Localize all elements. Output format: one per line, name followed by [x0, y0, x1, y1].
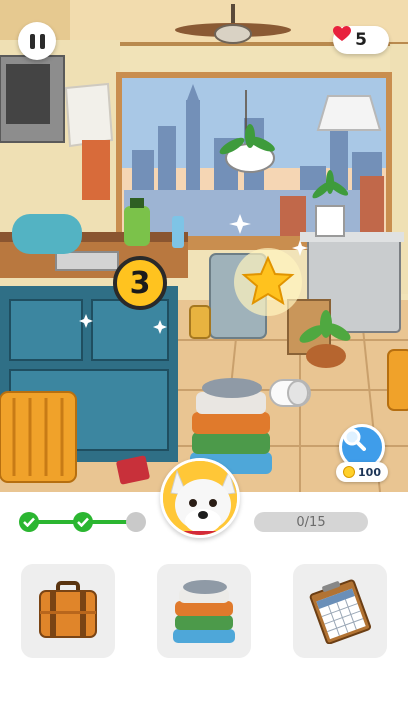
lives-count: 5 [355, 30, 367, 50]
checkmark-icon [77, 517, 89, 527]
pause-icon [29, 33, 35, 49]
target-item-folded-clothes[interactable] [157, 564, 251, 658]
hint-cost-value: 100 [358, 465, 381, 479]
toilet-paper-icon [269, 379, 311, 407]
room-illustration [0, 0, 408, 492]
target-item-calendar[interactable] [293, 564, 387, 658]
found-items-badge: 3 [113, 256, 167, 310]
stage-3-current [126, 512, 146, 532]
items-progress-bar: 0/15 [254, 512, 368, 532]
target-item-suitcase[interactable] [21, 564, 115, 658]
progress-label: 0/15 [296, 514, 326, 530]
folded-clothes-icon [173, 580, 235, 643]
hint-cost: 100 [336, 462, 388, 482]
heart-icon [333, 26, 351, 41]
lives-counter[interactable]: 5 [333, 26, 389, 54]
coin-icon [343, 466, 356, 478]
bottom-panel: 0/15 [0, 458, 408, 725]
suitcase-icon [39, 581, 97, 638]
magnifier-icon [343, 428, 366, 451]
star-icon [234, 248, 302, 316]
calendar-icon [309, 579, 372, 644]
found-items-count: 3 [129, 265, 151, 301]
pause-button[interactable] [18, 22, 56, 60]
stage-1-done [19, 512, 39, 532]
dog-avatar [160, 458, 240, 538]
checkmark-icon [23, 517, 35, 527]
game-scene[interactable]: 5 3 100 [0, 0, 408, 492]
westie-dog-icon [163, 461, 237, 535]
stage-2-done [73, 512, 93, 532]
hint-button[interactable]: 100 [336, 424, 388, 484]
